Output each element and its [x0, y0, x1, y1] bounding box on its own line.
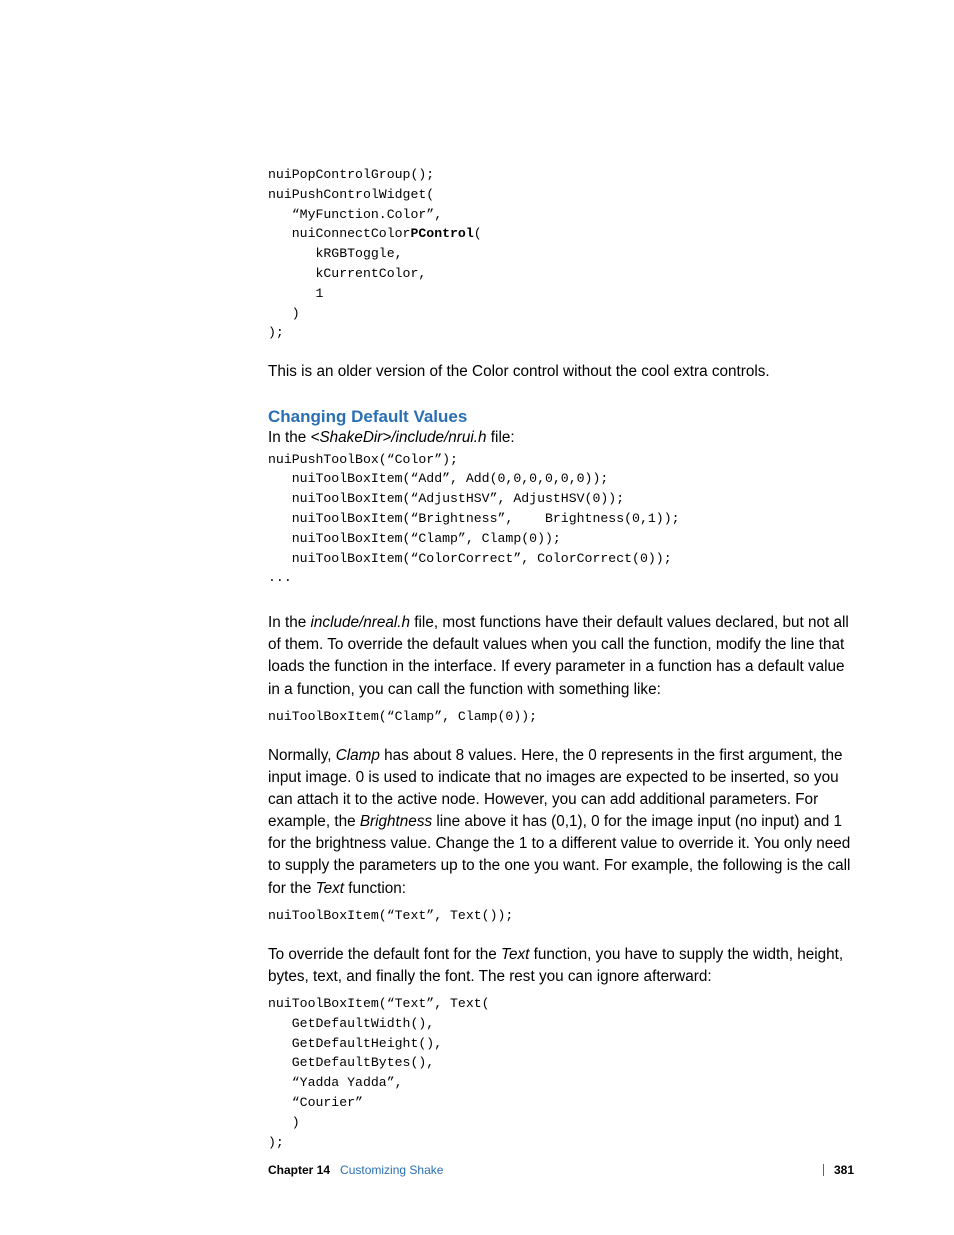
code-line: ... [268, 570, 292, 585]
code-block-4: nuiToolBoxItem(“Text”, Text()); [268, 906, 854, 926]
code-line: ); [268, 1135, 284, 1150]
footer-page-number: 381 [834, 1163, 854, 1177]
paragraph: Normally, Clamp has about 8 values. Here… [268, 745, 854, 900]
code-line: nuiToolBoxItem(“Text”, Text( [268, 996, 490, 1011]
code-line: “MyFunction.Color”, [268, 207, 442, 222]
code-block-1: nuiPopControlGroup(); nuiPushControlWidg… [268, 165, 854, 343]
footer-divider [823, 1164, 824, 1176]
code-line: GetDefaultHeight(), [268, 1036, 442, 1051]
code-line: “Yadda Yadda”, [268, 1075, 403, 1090]
code-line: ) [268, 306, 300, 321]
code-line: ); [268, 325, 284, 340]
code-line: nuiPushToolBox(“Color”); [268, 452, 458, 467]
page-footer: Chapter 14 Customizing Shake 381 [268, 1163, 854, 1177]
paragraph: In the <ShakeDir>/include/nrui.h file: [268, 427, 854, 449]
code-line: nuiToolBoxItem(“Clamp”, Clamp(0)); [268, 709, 537, 724]
footer-right: 381 [813, 1163, 854, 1177]
code-block-5: nuiToolBoxItem(“Text”, Text( GetDefaultW… [268, 994, 854, 1152]
footer-title: Customizing Shake [340, 1163, 443, 1177]
code-line: GetDefaultBytes(), [268, 1055, 434, 1070]
code-line: nuiPopControlGroup(); [268, 167, 434, 182]
document-page: nuiPopControlGroup(); nuiPushControlWidg… [0, 0, 954, 1235]
section-heading: Changing Default Values [268, 407, 854, 427]
code-line: kCurrentColor, [268, 266, 426, 281]
code-block-3: nuiToolBoxItem(“Clamp”, Clamp(0)); [268, 707, 854, 727]
code-line: nuiToolBoxItem(“Add”, Add(0,0,0,0,0,0)); [268, 471, 608, 486]
code-line: nuiToolBoxItem(“AdjustHSV”, AdjustHSV(0)… [268, 491, 624, 506]
paragraph: To override the default font for the Tex… [268, 944, 854, 988]
paragraph: This is an older version of the Color co… [268, 361, 854, 383]
code-line: kRGBToggle, [268, 246, 403, 261]
code-line: nuiPushControlWidget( [268, 187, 434, 202]
code-line: 1 [268, 286, 323, 301]
code-line: nuiToolBoxItem(“ColorCorrect”, ColorCorr… [268, 551, 672, 566]
code-line: nuiToolBoxItem(“Brightness”, Brightness(… [268, 511, 680, 526]
code-line: ) [268, 1115, 300, 1130]
code-line: “Courier” [268, 1095, 363, 1110]
code-line: nuiToolBoxItem(“Text”, Text()); [268, 908, 513, 923]
footer-left: Chapter 14 Customizing Shake [268, 1163, 443, 1177]
code-block-2: nuiPushToolBox(“Color”); nuiToolBoxItem(… [268, 450, 854, 589]
footer-chapter: Chapter 14 [268, 1163, 330, 1177]
code-line: GetDefaultWidth(), [268, 1016, 434, 1031]
code-line: nuiConnectColorPControl( [268, 226, 482, 241]
paragraph: In the include/nreal.h file, most functi… [268, 612, 854, 701]
code-line: nuiToolBoxItem(“Clamp”, Clamp(0)); [268, 531, 561, 546]
